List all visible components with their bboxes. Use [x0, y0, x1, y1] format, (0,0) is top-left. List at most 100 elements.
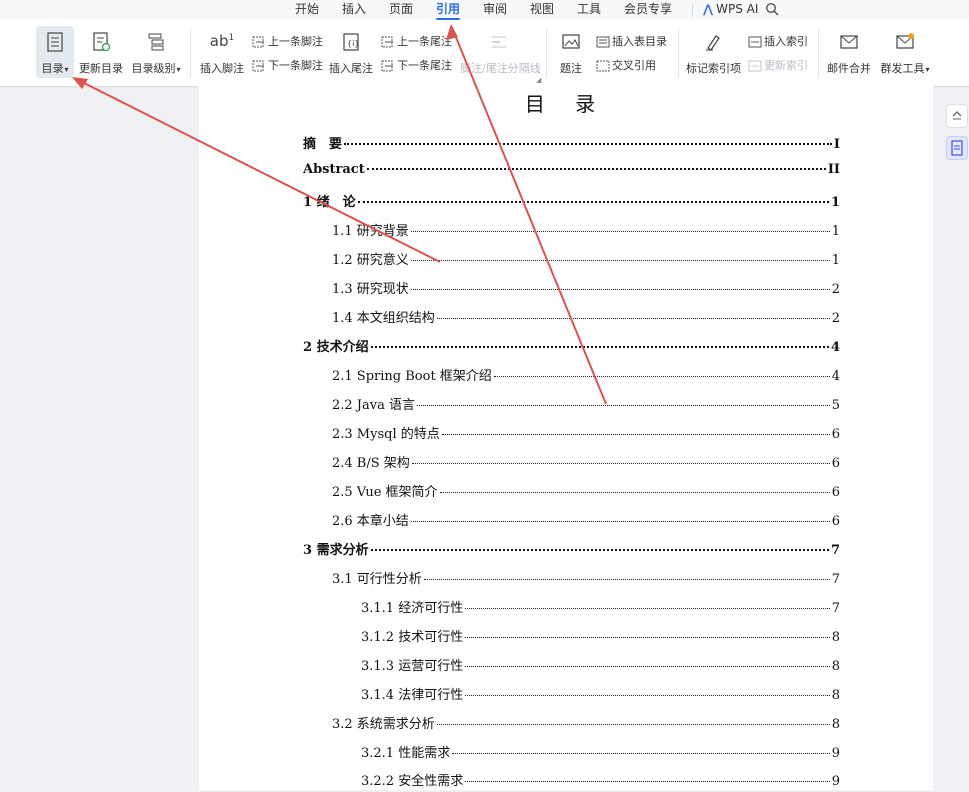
insert-footnote-label: 插入脚注 [200, 62, 244, 75]
toc-entry-text: 2.4 B/S 架构 [332, 456, 410, 471]
toc-entry-text: 2.6 本章小结 [332, 514, 409, 529]
toc-entry[interactable]: 3 需求分析 7 [303, 539, 840, 561]
document-page[interactable]: 目 录 摘 要 I Abstract II 1 绪 论 1 1.1 研究背景 1 1.2… [199, 86, 933, 790]
mail-merge-button[interactable]: 邮件合并 [826, 26, 872, 78]
insert-footnote-button[interactable]: ab1 插入脚注 [200, 26, 244, 78]
side-document-button[interactable] [946, 136, 968, 160]
toc-entry[interactable]: Abstract II [303, 162, 840, 184]
toc-leader [366, 168, 826, 170]
toc-entry[interactable]: 1.4 本文组织结构 2 [332, 307, 840, 329]
endnote-icon: {i} [329, 32, 373, 54]
toc-entry-text: 2.1 Spring Boot 框架介绍 [332, 369, 492, 384]
toc-level-button[interactable]: 目录级别▾ [129, 26, 183, 78]
ribbon-toolbar: 目录▾ 更新目录 目录级别▾ ab1 插入脚注 上一条脚注 下一条脚注 {i} … [0, 20, 969, 87]
toc-entry-text: 3.2 系统需求分析 [332, 717, 435, 732]
next-endnote-icon [381, 60, 393, 72]
toc-leader [344, 143, 832, 145]
mail-icon [826, 32, 872, 54]
toc-entry[interactable]: 2.1 Spring Boot 框架介绍 4 [332, 365, 840, 387]
toc-entry[interactable]: 2 技术介绍 4 [303, 336, 840, 358]
toc-leader [436, 724, 830, 725]
tab-review[interactable]: 审阅 [483, 0, 507, 20]
side-collapse-button[interactable] [946, 104, 968, 128]
toc-entry-page: 6 [831, 485, 840, 500]
tab-insert[interactable]: 插入 [342, 0, 366, 20]
tab-tools[interactable]: 工具 [577, 0, 601, 20]
toc-entry[interactable]: 3.1.1 经济可行性 7 [361, 597, 840, 619]
toc-entry[interactable]: 3.1.2 技术可行性 8 [361, 626, 840, 648]
insert-index-button[interactable]: 插入索引 [748, 32, 808, 52]
toc-entry[interactable]: 3.2.2 安全性需求 9 [361, 770, 840, 792]
toc-entry[interactable]: 2.3 Mysql 的特点 6 [332, 423, 840, 445]
ribbon-separator [546, 28, 547, 78]
side-panel-tools [946, 104, 968, 168]
next-endnote-button[interactable]: 下一条尾注 [381, 56, 452, 76]
toc-leader [357, 201, 829, 203]
insert-table-of-figures-label: 插入表目录 [612, 35, 667, 48]
toc-entry[interactable]: 1 绪 论 1 [303, 191, 840, 213]
menu-divider [692, 3, 693, 17]
chevron-down-icon: ▾ [925, 65, 930, 74]
toc-leader [436, 318, 830, 319]
tab-start[interactable]: 开始 [295, 0, 319, 20]
toc-entry-page: 2 [831, 311, 840, 326]
toc-leader [441, 434, 830, 435]
update-index-label: 更新索引 [764, 59, 808, 72]
toc-button[interactable]: 目录▾ [36, 26, 74, 78]
toc-entry-text: 3.1.3 运营可行性 [361, 659, 464, 674]
chevron-down-icon: ▾ [176, 65, 181, 74]
insert-endnote-button[interactable]: {i} 插入尾注 [329, 26, 373, 78]
insert-table-of-figures-button[interactable]: 插入表目录 [596, 32, 667, 52]
mark-index-entry-button[interactable]: 标记索引项 [686, 26, 741, 78]
toc-entry[interactable]: 2.5 Vue 框架简介 6 [332, 481, 840, 503]
prev-endnote-button[interactable]: 上一条尾注 [381, 32, 452, 52]
toc-entry[interactable]: 1.2 研究意义 1 [332, 249, 840, 271]
insert-endnote-label: 插入尾注 [329, 62, 373, 75]
toc-entry-text: 2 技术介绍 [303, 340, 369, 355]
toc-entry[interactable]: 2.4 B/S 架构 6 [332, 452, 840, 474]
tab-member[interactable]: 会员专享 [624, 0, 672, 20]
toc-entry-page: 8 [831, 688, 840, 703]
separator-line-button[interactable]: 脚注/尾注分隔线 [460, 26, 541, 78]
toc-entry[interactable]: 1.1 研究背景 1 [332, 220, 840, 242]
toc-entry[interactable]: 3.2.1 性能需求 9 [361, 742, 840, 764]
toc-entry[interactable]: 3.1 可行性分析 7 [332, 568, 840, 590]
toc-entry[interactable]: 摘 要I [303, 133, 840, 155]
next-footnote-button[interactable]: 下一条脚注 [252, 56, 323, 76]
mass-send-tools-label: 群发工具 [880, 62, 925, 75]
toc-leader [452, 753, 830, 754]
toc-entry-text: 3.1 可行性分析 [332, 572, 422, 587]
cross-reference-button[interactable]: 交叉引用 [596, 56, 656, 76]
search-icon[interactable] [765, 1, 779, 20]
toc-entry[interactable]: 3.1.4 法律可行性 8 [361, 684, 840, 706]
toc-leader [417, 405, 830, 406]
toc-leader [410, 260, 830, 261]
mass-send-icon [878, 32, 932, 54]
toc-entry-text: Abstract [303, 162, 365, 177]
toc-entry[interactable]: 1.3 研究现状 2 [332, 278, 840, 300]
wps-ai-button[interactable]: ⋀ WPS AI [703, 0, 758, 20]
wps-ai-icon: ⋀ [703, 2, 714, 16]
insert-index-icon [748, 36, 762, 48]
toc-entry-page: 9 [831, 774, 840, 789]
toc-entry[interactable]: 2.6 本章小结 6 [332, 510, 840, 532]
tab-page[interactable]: 页面 [389, 0, 413, 20]
update-toc-button[interactable]: 更新目录 [78, 26, 124, 78]
prev-footnote-label: 上一条脚注 [268, 35, 323, 48]
toc-entry[interactable]: 3.2 系统需求分析 8 [332, 713, 840, 735]
mass-send-tools-button[interactable]: 群发工具▾ [878, 26, 932, 78]
tab-view[interactable]: 视图 [530, 0, 554, 20]
prev-footnote-button[interactable]: 上一条脚注 [252, 32, 323, 52]
tab-references[interactable]: 引用 [436, 0, 461, 20]
update-index-button[interactable]: 更新索引 [748, 56, 808, 76]
toc-entry[interactable]: 2.2 Java 语言 5 [332, 394, 840, 416]
mail-merge-label: 邮件合并 [827, 62, 871, 75]
toc-entry-page: 9 [831, 746, 840, 761]
dialog-launcher-icon[interactable]: ◢ [536, 76, 541, 84]
toc-entry-page: 6 [831, 427, 840, 442]
caption-button[interactable]: 题注 [556, 26, 586, 78]
toc-leader [493, 376, 830, 377]
toc-entry[interactable]: 3.1.3 运营可行性 8 [361, 655, 840, 677]
toc-entry-page: II [827, 162, 840, 177]
toc-entry-page: 1 [831, 224, 840, 239]
